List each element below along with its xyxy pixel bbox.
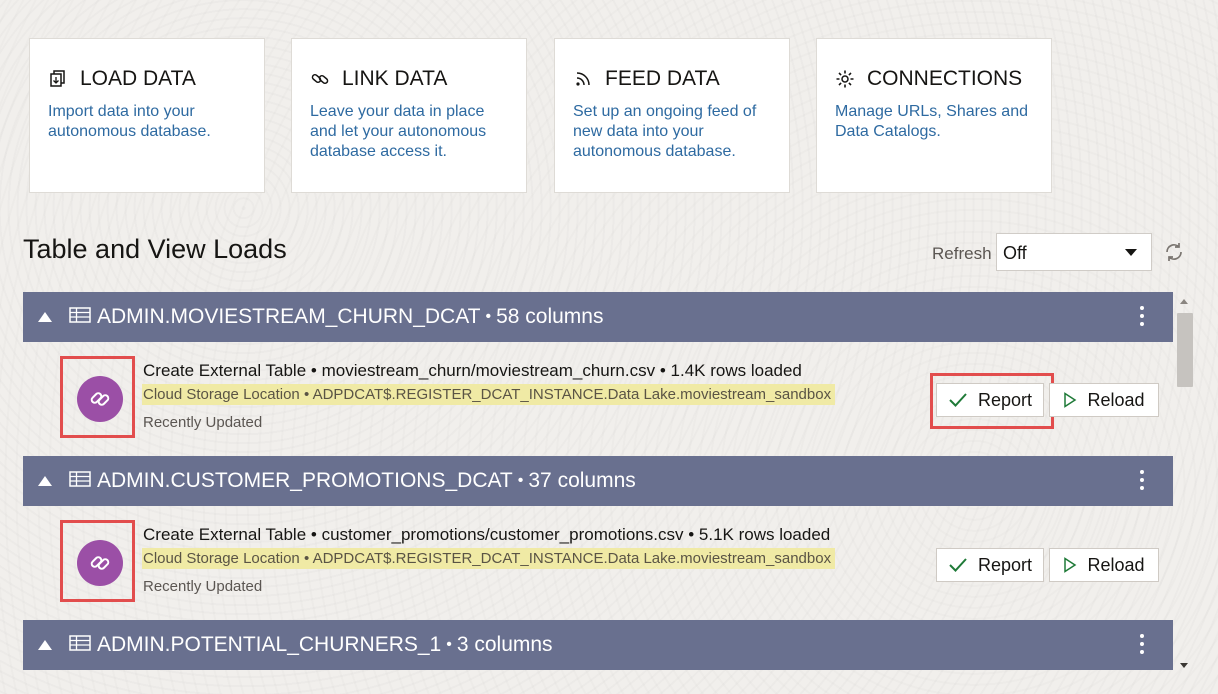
scrollbar-thumb[interactable] [1177, 313, 1193, 387]
section-title: Table and View Loads [23, 234, 287, 264]
scroll-up-icon[interactable] [1180, 299, 1188, 304]
feed-icon [573, 69, 593, 89]
separator: • [688, 525, 695, 544]
gear-icon [835, 69, 855, 89]
card-title: CONNECTIONS [867, 67, 1023, 90]
refresh-select[interactable]: Off [996, 233, 1152, 271]
load-name: ADMIN.CUSTOMER_PROMOTIONS_DCAT [97, 469, 513, 492]
load-summary: Create External Table • moviestream_chur… [143, 361, 802, 381]
callout-box [60, 520, 135, 602]
column-count: 3 columns [456, 633, 553, 656]
scroll-down-icon[interactable] [1180, 663, 1188, 668]
card-description: Leave your data in place and let your aut… [310, 103, 487, 160]
card-title: FEED DATA [605, 67, 720, 90]
load-data-card[interactable]: LOAD DATA Import data into your autonomou… [29, 38, 265, 193]
report-button[interactable]: Report [936, 383, 1044, 417]
refresh-select-value: Off [1003, 243, 1027, 263]
connections-card[interactable]: CONNECTIONS Manage URLs, Shares and Data … [816, 38, 1052, 193]
link-icon [90, 392, 110, 406]
more-actions-icon[interactable] [1139, 306, 1145, 330]
check-icon [949, 393, 967, 407]
separator: • [310, 361, 317, 380]
chevron-down-icon [1125, 249, 1137, 256]
table-icon [69, 633, 91, 657]
play-icon [1064, 557, 1077, 573]
table-icon [69, 305, 91, 329]
card-title: LINK DATA [342, 67, 448, 90]
load-action: Create External Table [143, 525, 307, 544]
collapse-icon[interactable] [38, 312, 52, 322]
load-summary: Create External Table • customer_promoti… [143, 525, 830, 545]
link-icon [90, 556, 110, 570]
card-description: Import data into your autonomous database… [48, 103, 211, 140]
refresh-icon [1166, 243, 1182, 261]
check-icon [949, 558, 967, 572]
card-description: Set up an ongoing feed of new data into y… [573, 103, 757, 160]
play-icon [1064, 392, 1077, 408]
load-header[interactable]: ADMIN.CUSTOMER_PROMOTIONS_DCAT • 37 colu… [23, 456, 1173, 506]
load-header[interactable]: ADMIN.MOVIESTREAM_CHURN_DCAT • 58 column… [23, 292, 1173, 342]
column-count: 37 columns [528, 469, 636, 492]
report-button[interactable]: Report [936, 548, 1044, 582]
separator: • [517, 472, 524, 489]
load-data-icon [48, 69, 68, 89]
load-name: ADMIN.MOVIESTREAM_CHURN_DCAT [97, 305, 481, 328]
feed-data-card[interactable]: FEED DATA Set up an ongoing feed of new d… [554, 38, 790, 193]
reload-button[interactable]: Reload [1049, 548, 1159, 582]
load-status: Recently Updated [143, 578, 263, 595]
load-row: Create External Table • customer_promoti… [23, 506, 1173, 621]
separator: • [485, 308, 492, 325]
more-actions-icon[interactable] [1139, 470, 1145, 494]
load-source: moviestream_churn/moviestream_churn.csv [321, 361, 656, 380]
more-actions-icon[interactable] [1139, 634, 1145, 658]
link-avatar [77, 376, 123, 422]
refresh-button[interactable] [1163, 241, 1185, 263]
storage-location: Cloud Storage Location • ADPDCAT$.REGIST… [142, 548, 836, 569]
link-icon [310, 69, 330, 89]
link-data-card[interactable]: LINK DATA Leave your data in place and le… [291, 38, 527, 193]
load-row: Create External Table • moviestream_chur… [23, 342, 1173, 457]
load-action: Create External Table [143, 361, 307, 380]
refresh-label: Refresh [932, 244, 992, 263]
column-count: 58 columns [496, 305, 604, 328]
rows-loaded: 1.4K rows loaded [670, 361, 802, 380]
load-status: Recently Updated [143, 414, 263, 431]
link-avatar [77, 540, 123, 586]
load-source: customer_promotions/customer_promotions.… [321, 525, 684, 544]
collapse-icon[interactable] [38, 640, 52, 650]
separator: • [659, 361, 666, 380]
table-icon [69, 469, 91, 493]
card-description: Manage URLs, Shares and Data Catalogs. [835, 103, 1028, 140]
load-name: ADMIN.POTENTIAL_CHURNERS_1 [97, 633, 442, 656]
separator: • [446, 636, 452, 653]
collapse-icon[interactable] [38, 476, 52, 486]
card-title: LOAD DATA [80, 67, 196, 90]
rows-loaded: 5.1K rows loaded [698, 525, 831, 544]
callout-box [60, 356, 135, 438]
separator: • [310, 525, 317, 544]
reload-button[interactable]: Reload [1049, 383, 1159, 417]
load-header[interactable]: ADMIN.POTENTIAL_CHURNERS_1 • 3 columns [23, 620, 1173, 670]
storage-location: Cloud Storage Location • ADPDCAT$.REGIST… [142, 384, 836, 405]
